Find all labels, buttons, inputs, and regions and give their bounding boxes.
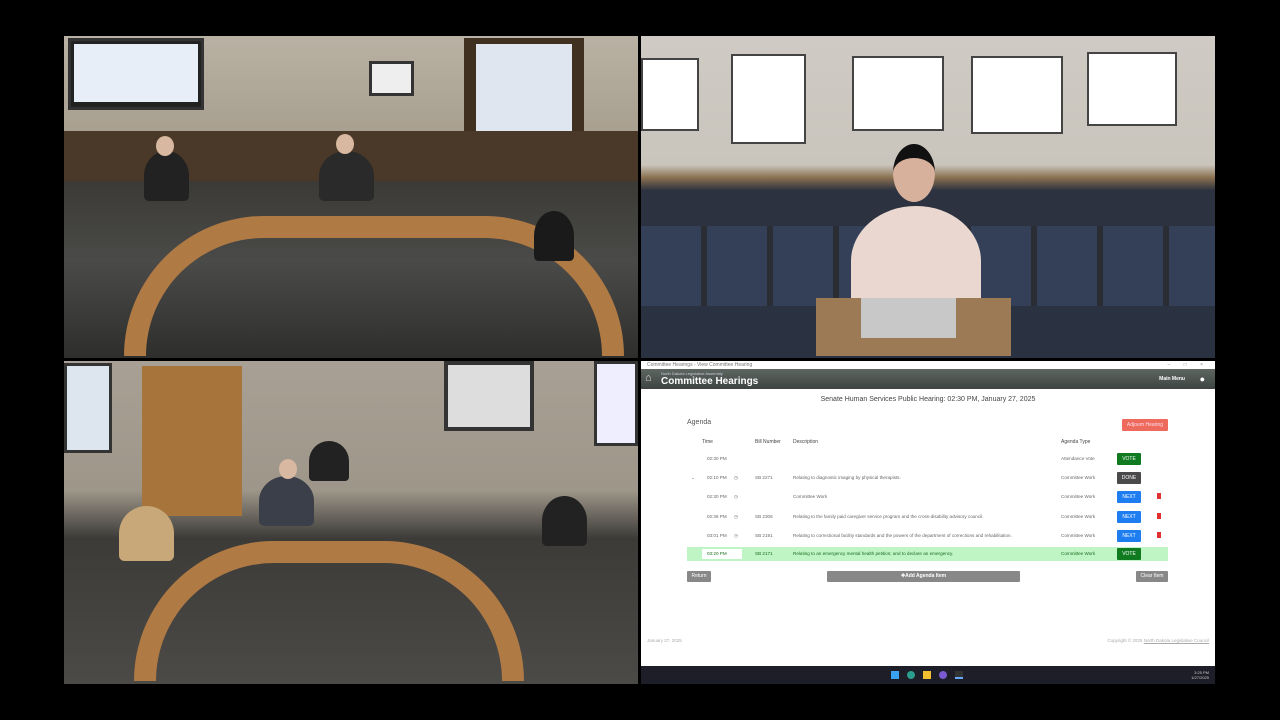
laptop: [861, 298, 956, 338]
framed-picture: [852, 56, 944, 131]
row-time: 02:36 PM: [707, 514, 727, 519]
col-bill-number: Bill Number: [755, 439, 781, 445]
door: [142, 366, 242, 516]
row-time: 02:30 PM: [707, 494, 727, 499]
projector-screen: [68, 38, 204, 110]
trash-icon[interactable]: [1157, 532, 1161, 538]
camera-feed-testimony-podium: [641, 36, 1215, 358]
camera-feed-committee-room-left: [64, 36, 638, 358]
display-screen: [64, 363, 112, 453]
edge-icon[interactable]: [907, 671, 915, 679]
row-time: 02:10 PM: [707, 475, 727, 480]
row-agenda-type: Committee Work: [1061, 475, 1096, 480]
row-bill-number[interactable]: SB 2191: [755, 533, 773, 538]
row-bill-number[interactable]: SB 2306: [755, 514, 773, 519]
row-agenda-type: Committee Work: [1061, 514, 1096, 519]
person-head: [893, 144, 935, 202]
framed-picture: [369, 61, 414, 96]
app-title[interactable]: Committee Hearings: [661, 376, 758, 387]
row-action-button[interactable]: VOTE: [1117, 453, 1141, 465]
active-app-icon[interactable]: [955, 671, 963, 679]
start-icon[interactable]: [891, 671, 899, 679]
expand-chevron-icon[interactable]: ⌄: [691, 475, 695, 481]
row-bill-number[interactable]: SB 2271: [755, 475, 773, 480]
footer-date: January 27, 2025: [647, 638, 682, 643]
agenda-row[interactable]: 02:36 PM ◷ SB 2306 Relating to the family p…: [687, 510, 1168, 524]
row-description: Relating to the family paid caregiver se…: [793, 514, 984, 519]
clock-icon[interactable]: ◷: [734, 494, 738, 500]
window-title: Committee Hearings - View Committee Hear…: [641, 361, 1215, 369]
trash-icon[interactable]: [1157, 513, 1161, 519]
row-action-button[interactable]: VOTE: [1117, 548, 1141, 560]
agenda-row[interactable]: 02:30 PM ◷ Committee Work Committee Work NEX…: [687, 490, 1168, 504]
clock-icon[interactable]: ◷: [734, 514, 738, 520]
row-agenda-type: Attendance Vote: [1061, 456, 1095, 461]
copyright-link[interactable]: North Dakota Legislative Council: [1144, 638, 1209, 643]
main-menu-link[interactable]: Main Menu: [1159, 376, 1185, 382]
person: [319, 151, 374, 201]
user-icon[interactable]: ●: [1200, 374, 1205, 384]
display-screen: [594, 361, 638, 446]
row-action-button[interactable]: NEXT: [1117, 530, 1141, 542]
row-agenda-type: Committee Work: [1061, 551, 1096, 556]
clock-date: 1/27/2025: [1191, 675, 1209, 680]
row-agenda-type: Committee Work: [1061, 533, 1096, 538]
person: [144, 151, 189, 201]
col-time: Time: [702, 439, 713, 445]
row-time: 02:30 PM: [707, 456, 727, 461]
person: [542, 496, 587, 546]
row-action-button[interactable]: NEXT: [1117, 511, 1141, 523]
agenda-row[interactable]: 03:01 PM ◷ SB 2191 Relating to correctional…: [687, 529, 1168, 543]
return-button[interactable]: Return: [687, 571, 711, 582]
person: [534, 211, 574, 261]
clock-icon[interactable]: ◷: [734, 475, 738, 481]
windows-taskbar: 3:25 PM 1/27/2025: [641, 666, 1215, 684]
screen-share-committee-hearings: Committee Hearings - View Committee Hear…: [641, 361, 1215, 684]
framed-picture: [731, 54, 806, 144]
row-description: Relating to correctional facility standa…: [793, 533, 1012, 538]
trash-icon[interactable]: [1157, 493, 1161, 499]
system-clock[interactable]: 3:25 PM 1/27/2025: [1191, 670, 1209, 680]
app-header: ⌂ North Dakota Legislative Assembly Comm…: [641, 369, 1215, 389]
copyright-text: Copyright © 2025: [1107, 638, 1143, 643]
col-agenda-type: Agenda Type: [1061, 439, 1091, 445]
framed-picture: [971, 56, 1063, 134]
hearing-title: Senate Human Services Public Hearing: 02…: [820, 396, 1036, 403]
row-time: 03:20 PM: [707, 551, 727, 556]
person-head: [336, 134, 354, 154]
agenda-row[interactable]: ⌄ 02:10 PM ◷ SB 2271 Relating to diagnostic …: [687, 471, 1168, 485]
camera-feed-committee-room-right: [64, 361, 638, 684]
window-blinds: [444, 361, 534, 431]
person-head: [156, 136, 174, 156]
person: [119, 506, 174, 561]
adjourn-hearing-button[interactable]: Adjourn Hearing: [1122, 419, 1168, 431]
row-action-button[interactable]: NEXT: [1117, 491, 1141, 503]
row-agenda-type: Committee Work: [1061, 494, 1096, 499]
window: [464, 38, 584, 138]
curved-desk: [134, 541, 524, 681]
clear-item-button[interactable]: Clear Item: [1136, 571, 1168, 582]
footer-copyright: Copyright © 2025 North Dakota Legislativ…: [1107, 638, 1209, 643]
add-agenda-item-button[interactable]: ✚Add Agenda Item: [827, 571, 1020, 582]
row-time: 03:01 PM: [707, 533, 727, 538]
row-description: Relating to diagnostic imaging by physic…: [793, 475, 901, 480]
framed-picture: [1087, 52, 1177, 126]
col-description: Description: [793, 439, 819, 445]
row-description: Relating to an emergency mental health p…: [793, 551, 954, 556]
person-head: [279, 459, 297, 479]
window-controls[interactable]: – □ ×: [1168, 361, 1210, 369]
person: [259, 476, 314, 526]
agenda-heading: Agenda: [687, 419, 712, 426]
agenda-row[interactable]: 02:30 PM Attendance Vote VOTE: [687, 452, 1168, 466]
person: [309, 441, 349, 481]
file-explorer-icon[interactable]: [923, 671, 931, 679]
app-icon[interactable]: [939, 671, 947, 679]
row-description: Committee Work: [793, 494, 828, 499]
framed-picture: [641, 58, 699, 131]
row-bill-number[interactable]: SB 2171: [755, 551, 773, 556]
clock-icon[interactable]: ◷: [734, 533, 738, 539]
row-action-button[interactable]: DONE: [1117, 472, 1141, 484]
capitol-logo-icon: ⌂: [645, 372, 652, 384]
agenda-row[interactable]: 03:20 PM SB 2171 Relating to an emergency …: [687, 547, 1168, 561]
